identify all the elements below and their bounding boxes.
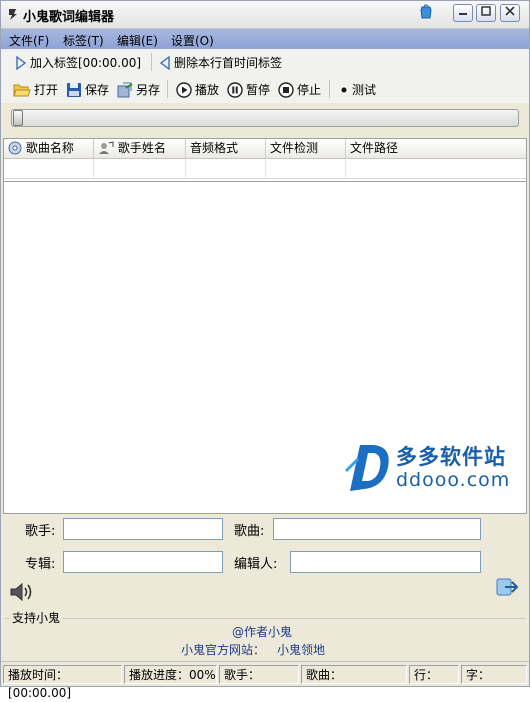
save-as-button[interactable]: 另存	[117, 81, 160, 98]
status-bar: 播放时间：[00:00.00] 播放进度：00% 歌手： 歌曲： 行： 字：	[1, 661, 529, 700]
list-cell	[266, 159, 346, 178]
open-button[interactable]: 打开	[13, 81, 58, 98]
play-label: 播放	[195, 83, 220, 97]
editor-input[interactable]	[290, 551, 481, 573]
site-prefix: 小鬼官方网站：	[181, 643, 266, 657]
watermark-cn-text: 多多软件站	[396, 445, 506, 469]
separator	[167, 80, 168, 98]
support-group-label: 支持小鬼	[9, 609, 64, 626]
watermark-en-text: ddooo.com	[396, 469, 511, 491]
play-button[interactable]: 播放	[176, 81, 219, 98]
album-label: 专辑:	[25, 557, 56, 572]
column-label: 文件检测	[270, 141, 319, 155]
window-title: 小鬼歌词编辑器	[23, 10, 115, 25]
triangle-right-icon	[16, 55, 27, 70]
singer-label: 歌手:	[25, 524, 56, 539]
author-link[interactable]: @作者小鬼	[232, 623, 292, 640]
save-button[interactable]: 保存	[66, 81, 109, 98]
site-link[interactable]: 小鬼领地	[277, 641, 325, 658]
delete-tag-button[interactable]: 删除本行首时间标签	[159, 54, 282, 71]
play-icon	[176, 81, 192, 98]
save-as-icon	[117, 82, 133, 97]
column-label: 文件路径	[350, 141, 399, 155]
title-bar[interactable]: 小鬼歌词编辑器	[1, 1, 529, 29]
save-as-label: 另存	[136, 83, 161, 97]
album-input[interactable]	[63, 551, 223, 573]
main-toolbar: 打开 保存 另存 播放 暂停 停止 测试	[1, 75, 529, 103]
add-tag-label: 加入标签[00:00.00]	[30, 56, 142, 70]
folder-open-icon	[13, 84, 31, 96]
status-song: 歌曲：	[301, 665, 407, 684]
list-cell	[4, 159, 94, 178]
column-audio-format[interactable]: 音频格式	[186, 139, 266, 159]
bullet-icon	[341, 87, 347, 92]
separator	[151, 53, 152, 71]
menu-edit[interactable]: 编辑(E)	[117, 32, 158, 49]
speaker-icon[interactable]	[9, 580, 37, 604]
list-cell	[186, 159, 266, 178]
song-list[interactable]: 歌曲名称 歌手姓名 音频格式 文件检测 文件路径 多多软件站 ddooo.com	[3, 138, 527, 514]
pause-icon	[227, 81, 243, 98]
song-list-header: 歌曲名称 歌手姓名 音频格式 文件检测 文件路径	[4, 139, 526, 159]
tag-toolbar: 加入标签[00:00.00] 删除本行首时间标签	[1, 49, 529, 75]
status-play-time: 播放时间：[00:00.00]	[3, 665, 122, 700]
pause-button[interactable]: 暂停	[227, 81, 270, 98]
column-label: 音频格式	[190, 141, 239, 155]
add-tag-button[interactable]: 加入标签[00:00.00]	[15, 54, 141, 71]
save-label: 保存	[85, 83, 110, 97]
pause-label: 暂停	[246, 83, 271, 97]
test-label: 测试	[352, 83, 377, 97]
list-divider	[4, 181, 526, 182]
export-icon[interactable]	[495, 576, 519, 598]
column-singer-name[interactable]: 歌手姓名	[94, 139, 186, 159]
test-button[interactable]: 测试	[339, 81, 376, 98]
minimize-icon	[459, 13, 467, 15]
maximize-icon	[481, 6, 491, 16]
column-file-check[interactable]: 文件检测	[266, 139, 346, 159]
floppy-disk-icon	[67, 82, 81, 97]
triangle-left-icon	[159, 55, 170, 70]
column-file-path[interactable]: 文件路径	[346, 139, 526, 159]
progress-slider[interactable]	[11, 109, 519, 127]
list-row[interactable]	[4, 159, 526, 179]
maximize-button[interactable]	[476, 4, 496, 22]
close-icon	[505, 6, 515, 16]
stop-button[interactable]: 停止	[278, 81, 321, 98]
delete-tag-label: 删除本行首时间标签	[174, 56, 283, 70]
column-label: 歌手姓名	[117, 141, 166, 155]
minimize-button[interactable]	[453, 4, 473, 22]
disc-icon	[8, 141, 22, 155]
singer-input[interactable]	[63, 518, 223, 540]
status-play-progress: 播放进度：00%	[124, 665, 217, 684]
progress-slider-thumb[interactable]	[13, 110, 23, 126]
stop-label: 停止	[297, 83, 322, 97]
menu-settings[interactable]: 设置(O)	[171, 32, 214, 49]
song-label: 歌曲:	[234, 524, 265, 539]
column-label: 歌曲名称	[25, 141, 74, 155]
menu-tags[interactable]: 标签(T)	[63, 32, 104, 49]
watermark: 多多软件站 ddooo.com	[344, 441, 524, 497]
menu-file[interactable]: 文件(F)	[9, 32, 49, 49]
menu-bar: 文件(F) 标签(T) 编辑(E) 设置(O)	[1, 29, 529, 49]
status-char: 字：	[461, 665, 527, 684]
app-window: 小鬼歌词编辑器 文件(F) 标签(T) 编辑(E) 设置(O) 加入标签[00:…	[0, 0, 530, 700]
singer-icon	[99, 141, 114, 154]
separator	[329, 80, 330, 98]
stop-icon	[278, 81, 294, 98]
status-line: 行：	[409, 665, 459, 684]
close-button[interactable]	[500, 4, 520, 22]
status-singer: 歌手：	[219, 665, 299, 684]
open-label: 打开	[34, 83, 59, 97]
column-song-name[interactable]: 歌曲名称	[4, 139, 94, 159]
skin-icon[interactable]	[416, 4, 436, 22]
watermark-logo	[344, 445, 389, 491]
list-cell	[94, 159, 186, 178]
app-icon	[9, 9, 17, 20]
song-input[interactable]	[273, 518, 481, 540]
editor-label: 编辑人:	[234, 557, 278, 572]
